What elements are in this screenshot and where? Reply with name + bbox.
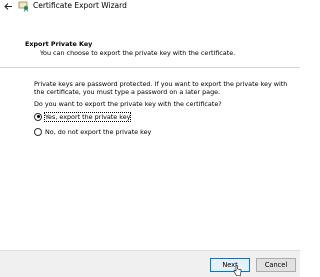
radio-no-label[interactable]: No, do not export the private key	[45, 128, 151, 136]
back-arrow-icon[interactable]	[3, 1, 14, 12]
certificate-icon	[18, 1, 29, 12]
footer-bar	[0, 250, 300, 277]
header-divider	[0, 67, 300, 68]
info-text: Private keys are password protected. If …	[34, 80, 288, 96]
radio-yes-export[interactable]: Yes, export the private key	[34, 111, 132, 122]
page-title: Export Private Key	[25, 40, 93, 48]
window-title: Certificate Export Wizard	[33, 1, 127, 10]
next-button[interactable]: Next	[210, 258, 250, 272]
radio-no-button[interactable]	[34, 127, 42, 136]
question-text: Do you want to export the private key wi…	[34, 100, 222, 108]
radio-yes-label[interactable]: Yes, export the private key	[43, 111, 132, 122]
mouse-pointer-icon	[233, 265, 242, 276]
title-bar: Certificate Export Wizard	[0, 0, 300, 16]
cancel-button[interactable]: Cancel	[256, 258, 296, 272]
radio-yes-button[interactable]	[34, 112, 42, 121]
page-subtitle: You can choose to export the private key…	[40, 49, 236, 57]
radio-no-export[interactable]: No, do not export the private key	[34, 127, 151, 136]
